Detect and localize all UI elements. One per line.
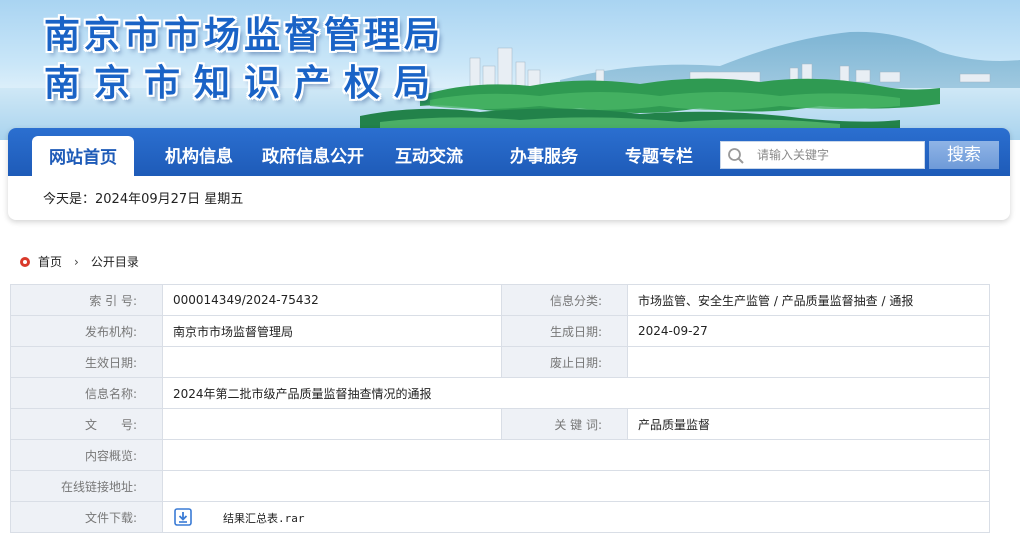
- file-download-label: 文件下载:: [10, 501, 163, 533]
- keywords-label: 关 键 词:: [501, 408, 628, 440]
- table-row: 索 引 号: 000014349/2024-75432 信息分类: 市场监管、安…: [10, 284, 990, 316]
- index-no-label: 索 引 号:: [10, 284, 163, 316]
- category-label: 信息分类:: [501, 284, 628, 316]
- table-row: 文件下载: 结果汇总表.rar: [10, 501, 990, 533]
- info-metadata-table: 索 引 号: 000014349/2024-75432 信息分类: 市场监管、安…: [10, 284, 990, 533]
- site-banner: 南京市市场监督管理局 南京市知识产权局: [0, 0, 1020, 140]
- search-input[interactable]: [757, 145, 917, 165]
- site-title-line2: 南京市知识产权局: [44, 62, 445, 104]
- table-row: 在线链接地址:: [10, 470, 990, 502]
- summary-label: 内容概览:: [10, 439, 163, 471]
- table-row: 生效日期: 废止日期:: [10, 346, 990, 378]
- info-name-value: 2024年第二批市级产品质量监督抽查情况的通报: [162, 377, 990, 409]
- publisher-value: 南京市市场监督管理局: [162, 315, 502, 347]
- table-row: 内容概览:: [10, 439, 990, 471]
- nav-item-home[interactable]: 网站首页: [32, 136, 134, 176]
- doc-no-value: [162, 408, 502, 440]
- nav-item-gov-info-disclosure[interactable]: 政府信息公开: [262, 142, 364, 167]
- expired-date-label: 废止日期:: [501, 346, 628, 378]
- created-date-label: 生成日期:: [501, 315, 628, 347]
- category-value: 市场监管、安全生产监管 / 产品质量监督抽查 / 通报: [627, 284, 990, 316]
- download-file-link[interactable]: 结果汇总表.rar: [223, 510, 305, 526]
- navigation-panel: 网站首页 机构信息 政府信息公开 互动交流 办事服务 专题专栏 搜索 今天是：2…: [8, 128, 1010, 220]
- file-download-cell: 结果汇总表.rar: [162, 501, 990, 533]
- current-date: 今天是：2024年09月27日 星期五: [43, 192, 244, 207]
- expired-date-value: [627, 346, 990, 378]
- nav-item-services[interactable]: 办事服务: [510, 142, 578, 167]
- info-name-label: 信息名称:: [10, 377, 163, 409]
- online-link-label: 在线链接地址:: [10, 470, 163, 502]
- search-icon: [728, 148, 744, 164]
- index-no-value: 000014349/2024-75432: [162, 284, 502, 316]
- created-date-value: 2024-09-27: [627, 315, 990, 347]
- online-link-value: [162, 470, 990, 502]
- doc-no-label: 文 号:: [10, 408, 163, 440]
- table-row: 发布机构: 南京市市场监督管理局 生成日期: 2024-09-27: [10, 315, 990, 347]
- nav-item-interaction[interactable]: 互动交流: [395, 142, 463, 167]
- location-icon: [20, 256, 30, 267]
- breadcrumb-current-link[interactable]: 公开目录: [91, 253, 139, 270]
- search-box: [720, 141, 925, 169]
- download-icon[interactable]: [174, 508, 192, 526]
- breadcrumb: 首页 › 公开目录: [20, 253, 139, 270]
- nav-item-topics[interactable]: 专题专栏: [625, 142, 693, 167]
- keywords-value: 产品质量监督: [627, 408, 990, 440]
- breadcrumb-home-link[interactable]: 首页: [38, 253, 62, 270]
- nav-item-organization[interactable]: 机构信息: [165, 142, 233, 167]
- chevron-right-icon: ›: [74, 254, 79, 269]
- publisher-label: 发布机构:: [10, 315, 163, 347]
- table-row: 信息名称: 2024年第二批市级产品质量监督抽查情况的通报: [10, 377, 990, 409]
- main-nav-bar: 网站首页 机构信息 政府信息公开 互动交流 办事服务 专题专栏 搜索: [8, 128, 1010, 176]
- search-button[interactable]: 搜索: [929, 141, 999, 169]
- effective-date-value: [162, 346, 502, 378]
- summary-value: [162, 439, 990, 471]
- site-title-line1: 南京市市场监督管理局: [44, 14, 445, 56]
- table-row: 文 号: 关 键 词: 产品质量监督: [10, 408, 990, 440]
- effective-date-label: 生效日期:: [10, 346, 163, 378]
